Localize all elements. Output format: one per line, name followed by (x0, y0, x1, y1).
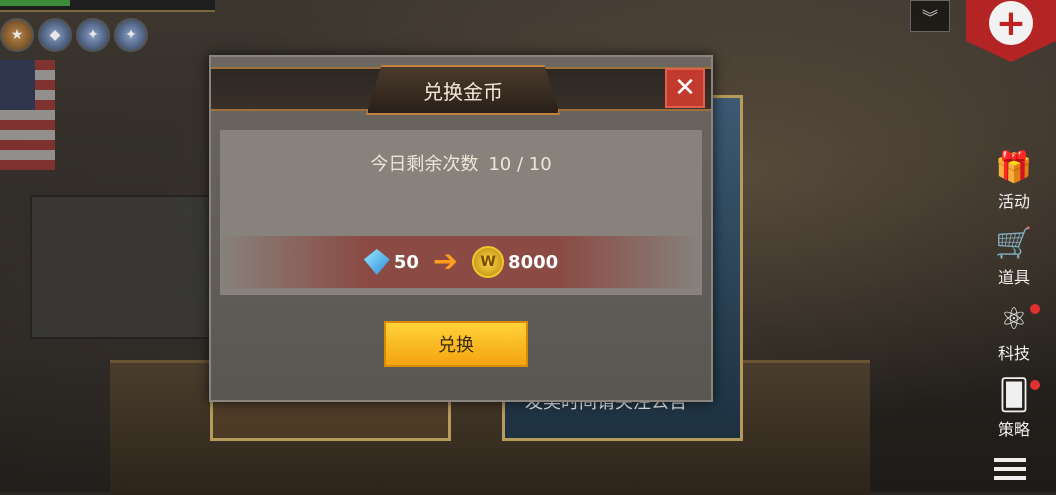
side-item-label: 科技 (997, 344, 1030, 363)
cost-amount: 50 (393, 251, 419, 273)
gift-icon: 🎁 (995, 150, 1033, 185)
rank-badges: ★ ◆ ✦ ✦ (0, 18, 148, 52)
side-item-label: 道具 (997, 268, 1030, 287)
diamond-icon (363, 249, 390, 275)
side-item-strategy[interactable]: 🂠 策略 (984, 376, 1044, 452)
exchange-button[interactable]: 兑换 (384, 321, 528, 367)
side-menu: 🎁 活动 🛒 道具 ⚛ 科技 🂠 策略 (984, 148, 1044, 452)
remaining-value: 10 / 10 (488, 154, 552, 175)
exchange-content-panel: 今日剩余次数 10 / 10 50 ➔ W 8000 (220, 130, 702, 295)
remaining-count-text: 今日剩余次数 10 / 10 (220, 150, 702, 176)
notification-dot (1030, 380, 1040, 390)
side-item-label: 策略 (997, 420, 1030, 439)
notification-dot (1030, 304, 1040, 314)
radio-console (30, 195, 214, 339)
player-status-bar (0, 0, 215, 12)
dialog-title: 兑换金币 (366, 65, 560, 115)
side-item-activity[interactable]: 🎁 活动 (984, 148, 1044, 224)
red-cross-icon: + (989, 1, 1033, 45)
reward-amount: 8000 (508, 251, 559, 273)
cost-pair: 50 (363, 249, 419, 275)
reward-pair: W 8000 (472, 246, 558, 278)
side-item-items[interactable]: 🛒 道具 (984, 224, 1044, 300)
arrow-right-icon: ➔ (432, 244, 459, 279)
star-badge-icon[interactable]: ★ (0, 18, 34, 52)
chevron-down-double-icon[interactable]: ︾ (910, 0, 950, 32)
gold-coin-icon: W (472, 246, 505, 278)
medal-badge-icon[interactable]: ✦ (76, 18, 110, 52)
close-button[interactable]: ✕ (665, 68, 705, 108)
side-item-label: 活动 (997, 192, 1030, 211)
side-item-tech[interactable]: ⚛ 科技 (984, 300, 1044, 376)
medal-badge-icon-2[interactable]: ✦ (114, 18, 148, 52)
menu-list-icon[interactable] (994, 458, 1026, 485)
remaining-label: 今日剩余次数 (370, 154, 479, 175)
cart-icon: 🛒 (995, 226, 1033, 261)
us-flag (0, 60, 55, 170)
exchange-rate-band: 50 ➔ W 8000 (220, 236, 702, 288)
health-bar-fill (0, 0, 70, 6)
exchange-gold-dialog: 兑换金币 ✕ 今日剩余次数 10 / 10 50 ➔ W 8000 兑换 (209, 55, 713, 402)
diamond-badge-icon[interactable]: ◆ (38, 18, 72, 52)
dialog-header: 兑换金币 (211, 65, 711, 115)
